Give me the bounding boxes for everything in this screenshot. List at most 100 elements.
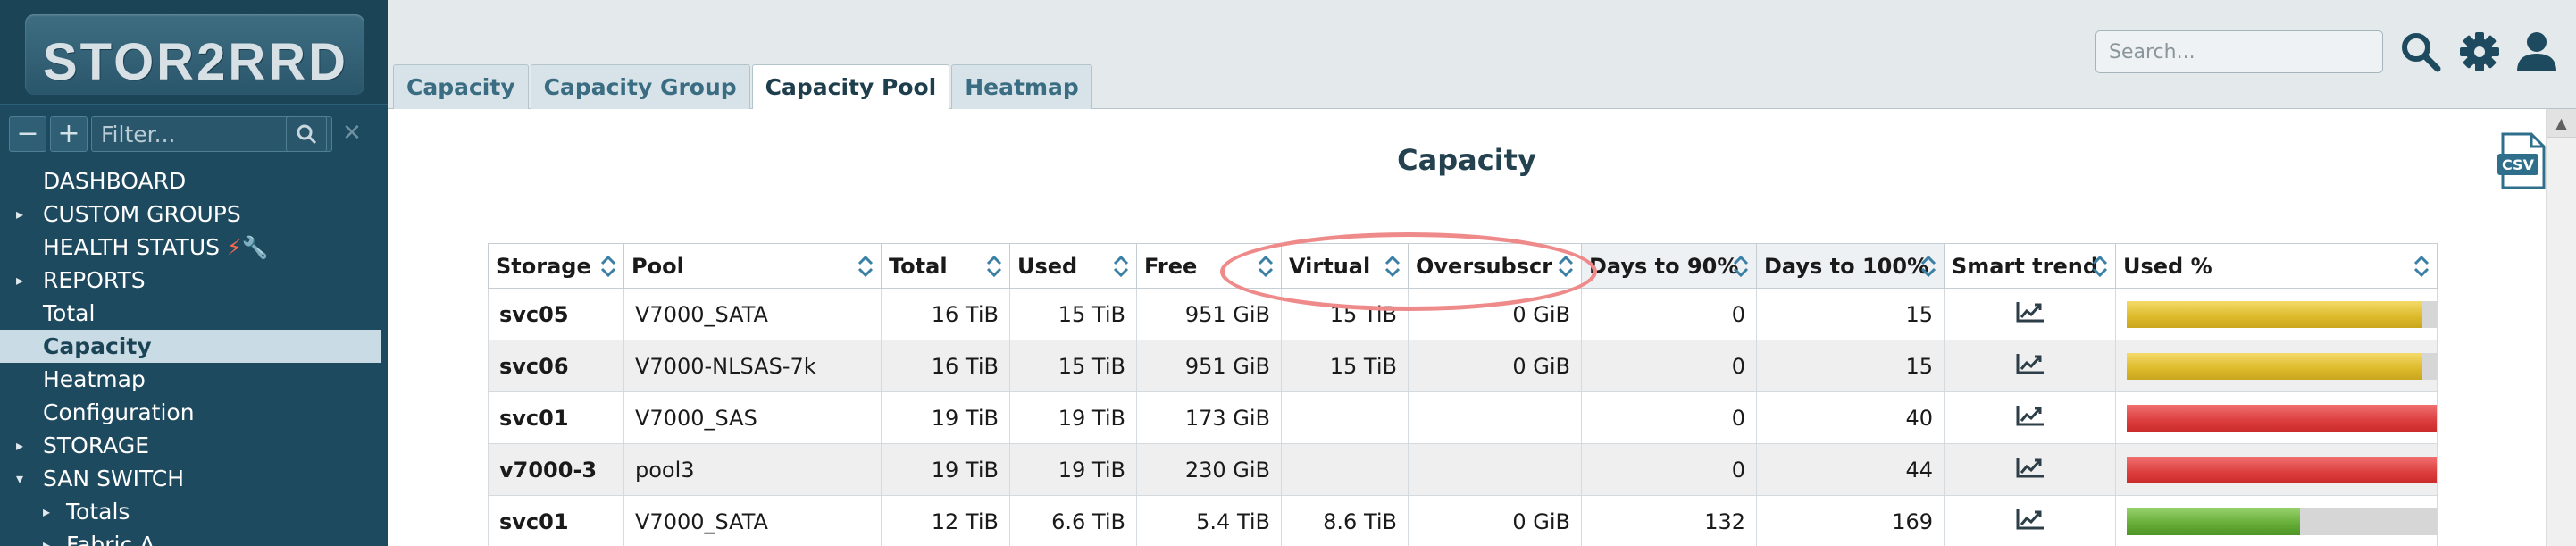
user-icon[interactable] [2512,27,2562,77]
table-header-row: Storage Pool Total Used Free Virtual Oversubsc… [488,243,2438,289]
cell-storage: svc01 [488,391,624,444]
logo-text: STOR2RRD [43,33,348,91]
caret-right-icon[interactable]: ▸ [43,495,50,528]
cell-d90: 0 [1581,391,1757,444]
tab-capacity[interactable]: Capacity [393,64,529,109]
trend-chart-icon[interactable] [2015,300,2045,323]
csv-label: CSV [2502,156,2535,173]
cell-storage: svc06 [488,340,624,392]
sort-arrows-icon[interactable] [2412,254,2431,279]
sort-arrows-icon[interactable] [598,254,618,279]
cell-total: 16 TiB [881,288,1010,340]
tab-heatmap[interactable]: Heatmap [951,64,1092,109]
cell-virtual [1281,391,1409,444]
cell-smart-trend [1944,340,2116,392]
search-input[interactable] [2095,30,2383,73]
sidebar-item-fabric-a[interactable]: ▸ Fabric A [0,528,388,546]
sort-arrows-icon[interactable] [1256,254,1275,279]
cell-free: 173 GiB [1136,391,1282,444]
cell-smart-trend [1944,495,2116,546]
cell-free: 5.4 TiB [1136,495,1282,546]
cell-pool: V7000-NLSAS-7k [623,340,882,392]
cell-used: 19 TiB [1009,443,1137,496]
column-header-pool[interactable]: Pool [623,243,882,289]
cell-total: 12 TiB [881,495,1010,546]
caret-right-icon[interactable]: ▸ [16,264,23,297]
usage-bar-fill [2127,352,2422,380]
table-row[interactable]: svc01 V7000_SATA 12 TiB 6.6 TiB 5.4 TiB 8.6 T… [488,495,2438,546]
collapse-all-button[interactable]: − [9,116,46,152]
vertical-scrollbar[interactable]: ▲ [2546,109,2576,546]
cell-total: 19 TiB [881,443,1010,496]
usage-bar-fill [2127,404,2437,432]
main-content: Capacity CSV Storage Pool Total Used Free Vir… [388,109,2546,546]
gear-icon[interactable] [2455,27,2505,77]
scroll-up-arrow-icon[interactable]: ▲ [2547,109,2576,138]
table-row[interactable]: svc06 V7000-NLSAS-7k 16 TiB 15 TiB 951 GiB 15… [488,340,2438,392]
sort-arrows-icon[interactable] [984,254,1004,279]
sidebar-item-dashboard[interactable]: DASHBOARD [0,164,388,197]
tab-bar: Capacity Capacity Group Capacity Pool Heatm… [393,64,1094,110]
sort-arrows-icon[interactable] [856,254,875,279]
cell-pool: pool3 [623,443,882,496]
column-header-label: Used [1017,253,1078,279]
column-header-days-to-100[interactable]: Days to 100% [1756,243,1945,289]
cell-oversub: 0 GiB [1408,288,1582,340]
trend-chart-icon[interactable] [2015,404,2045,427]
column-header-smart-trend[interactable]: Smart trend [1944,243,2116,289]
sidebar-item-storage[interactable]: ▸ STORAGE [0,429,388,462]
sidebar-item-custom-groups[interactable]: ▸ CUSTOM GROUPS [0,197,388,231]
trend-chart-icon[interactable] [2015,456,2045,479]
sidebar-item-heatmap[interactable]: Heatmap [0,363,388,396]
column-header-virtual[interactable]: Virtual [1281,243,1409,289]
usage-bar [2127,508,2437,535]
column-header-used[interactable]: Used [1009,243,1137,289]
cell-pool: V7000_SATA [623,288,882,340]
sidebar-item-configuration[interactable]: Configuration [0,396,388,429]
filter-clear-icon[interactable]: ✕ [336,116,368,152]
sidebar-item-health-status[interactable]: HEALTH STATUS ⚡🔧 [0,231,388,264]
filter-search-icon[interactable] [286,116,327,152]
caret-down-icon[interactable]: ▾ [16,462,23,495]
column-header-days-to-90[interactable]: Days to 90% [1581,243,1757,289]
caret-right-icon[interactable]: ▸ [43,528,50,546]
sidebar-item-label: STORAGE [43,433,150,458]
caret-right-icon[interactable]: ▸ [16,197,23,231]
sidebar-item-label: Total [43,300,96,326]
column-header-storage[interactable]: Storage [488,243,624,289]
sort-arrows-icon[interactable] [1556,254,1576,279]
column-header-oversubscr[interactable]: Oversubscr [1408,243,1582,289]
cell-virtual: 15 TiB [1281,288,1409,340]
sort-arrows-icon[interactable] [1731,254,1751,279]
table-row[interactable]: svc05 V7000_SATA 16 TiB 15 TiB 951 GiB 15 TiB… [488,288,2438,340]
sort-arrows-icon[interactable] [1383,254,1402,279]
table-row[interactable]: v7000-3 pool3 19 TiB 19 TiB 230 GiB 0 44 [488,443,2438,496]
tab-capacity-pool[interactable]: Capacity Pool [751,64,950,110]
search-icon[interactable] [2396,27,2446,77]
tab-capacity-group[interactable]: Capacity Group [530,64,750,109]
sort-arrows-icon[interactable] [1111,254,1131,279]
sidebar-item-reports[interactable]: ▸ REPORTS [0,264,388,297]
column-header-free[interactable]: Free [1136,243,1282,289]
sidebar-item-label: DASHBOARD [43,168,187,194]
trend-chart-icon[interactable] [2015,508,2045,531]
page-title: Capacity [1397,143,1536,177]
column-header-label: Total [889,253,948,279]
sort-arrows-icon[interactable] [2090,254,2110,279]
sidebar-item-capacity[interactable]: Capacity [0,330,381,363]
caret-right-icon[interactable]: ▸ [16,429,23,462]
column-header-label: Used % [2123,253,2212,279]
sort-arrows-icon[interactable] [1919,254,1938,279]
csv-export-icon[interactable]: CSV [2496,132,2549,189]
trend-chart-icon[interactable] [2015,352,2045,375]
column-header-total[interactable]: Total [881,243,1010,289]
cell-used-percent [2115,443,2438,496]
column-header-used[interactable]: Used % [2115,243,2438,289]
column-header-label: Days to 100% [1764,253,1929,279]
sidebar-item-san-switch[interactable]: ▾ SAN SWITCH [0,462,388,495]
sidebar-item-total[interactable]: Total [0,297,388,330]
sidebar-item-label: REPORTS [43,267,146,293]
sidebar-item-totals[interactable]: ▸ Totals [0,495,388,528]
table-row[interactable]: svc01 V7000_SAS 19 TiB 19 TiB 173 GiB 0 40 [488,391,2438,444]
expand-all-button[interactable]: + [50,116,88,152]
